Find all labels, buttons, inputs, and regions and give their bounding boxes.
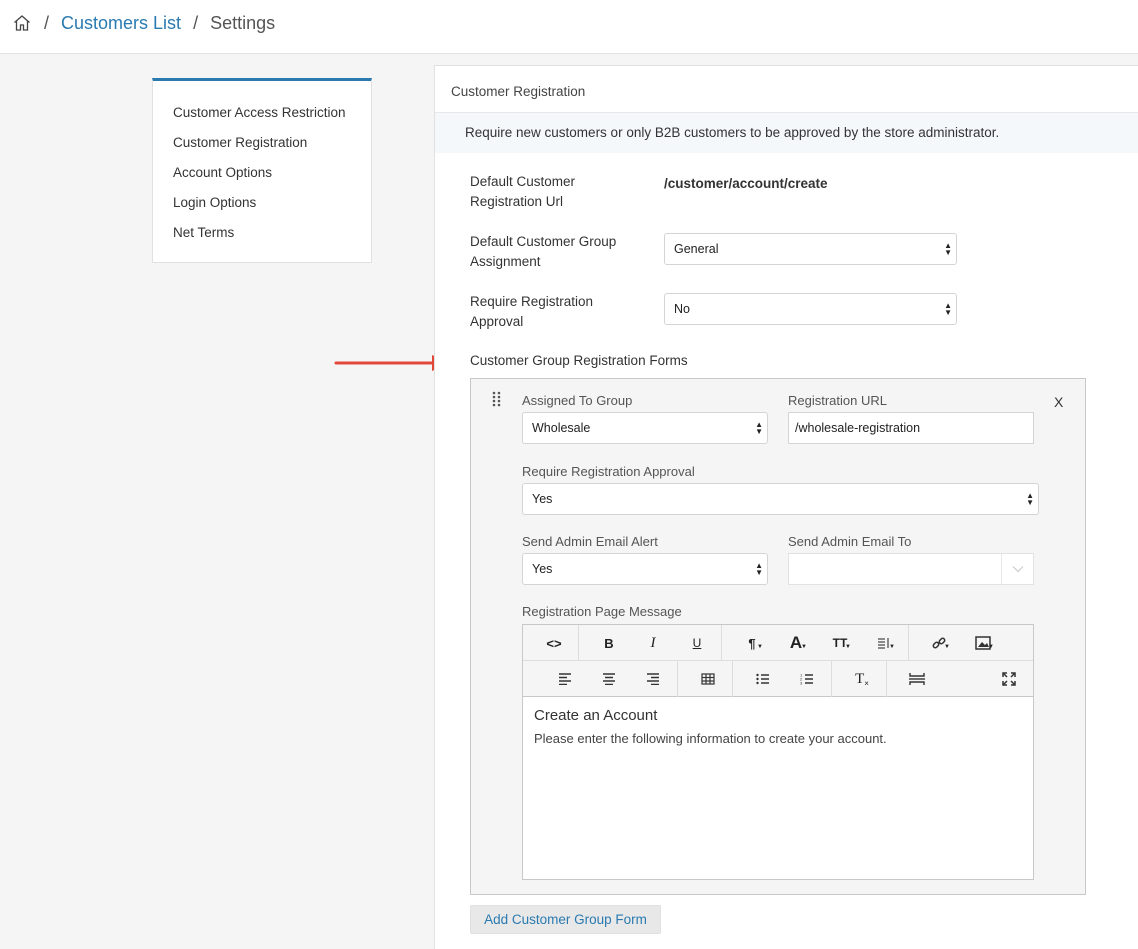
font-color-button[interactable]: A ▼ xyxy=(776,625,816,661)
default-group-label: Default Customer Group Assignment xyxy=(470,234,617,269)
font-color-icon: A xyxy=(789,633,803,652)
align-left-button[interactable] xyxy=(545,661,585,697)
default-registration-url-label: Default Customer Registration Url xyxy=(470,174,576,209)
default-group-value: General xyxy=(674,242,719,256)
info-notice-text: Require new customers or only B2B custom… xyxy=(465,125,1000,140)
insert-image-button[interactable]: ▼ xyxy=(963,625,1003,661)
toolbar-divider xyxy=(578,625,579,661)
paragraph-icon: ¶ xyxy=(748,635,756,651)
toolbar-divider xyxy=(721,625,722,661)
select-arrows-icon: ▲ ▼ xyxy=(944,241,952,257)
bold-icon: B xyxy=(604,635,614,651)
align-center-button[interactable] xyxy=(589,661,629,697)
sidebar-item-customer-access-restriction[interactable]: Customer Access Restriction xyxy=(153,103,371,133)
home-icon[interactable] xyxy=(12,13,32,33)
group-registration-form: X Assigned To Group Wholesale ▲ ▼ Registr… xyxy=(470,378,1086,895)
require-approval-select[interactable]: No ▲ ▼ xyxy=(664,293,957,325)
numbered-list-button[interactable]: 123 xyxy=(787,661,827,697)
remove-group-form-button[interactable]: X xyxy=(1054,394,1063,410)
default-group-select[interactable]: General ▲ ▼ xyxy=(664,233,957,265)
sidebar-item-customer-registration[interactable]: Customer Registration xyxy=(153,133,371,163)
require-approval-label: Require Registration Approval xyxy=(470,294,594,329)
italic-icon: I xyxy=(650,634,656,651)
italic-button[interactable]: I xyxy=(633,625,673,661)
numbered-list-icon: 123 xyxy=(800,673,813,686)
select-arrows-icon: ▲ ▼ xyxy=(755,420,763,436)
fullscreen-icon xyxy=(1002,672,1016,686)
registration-url-input[interactable]: /wholesale-registration xyxy=(788,412,1034,444)
send-to-label: Send Admin Email To xyxy=(788,534,912,549)
require-approval-value: No xyxy=(674,302,690,316)
group-forms-label: Customer Group Registration Forms xyxy=(470,353,688,368)
select-arrows-icon: ▲ ▼ xyxy=(944,301,952,317)
bold-button[interactable]: B xyxy=(589,625,629,661)
message-label: Registration Page Message xyxy=(522,604,682,619)
toolbar-divider xyxy=(886,661,887,697)
editor-paragraph: Please enter the following information t… xyxy=(534,731,887,746)
insert-table-button[interactable] xyxy=(688,661,728,697)
paragraph-format-button[interactable]: ¶ ▼ xyxy=(732,625,772,661)
registration-message-editor[interactable]: <> B I U ¶ ▼ A ▼ TT ▼ ▼ ▼ ▼ 1 2 3 T × Cr… xyxy=(522,624,1034,880)
top-bar: / Customers List / Settings xyxy=(0,0,1138,54)
svg-text:3: 3 xyxy=(800,681,803,686)
underline-button[interactable]: U xyxy=(677,625,717,661)
registration-url-label: Registration URL xyxy=(788,393,887,408)
registration-url-value: /wholesale-registration xyxy=(795,421,921,435)
sidebar-item-net-terms[interactable]: Net Terms xyxy=(153,223,371,253)
breadcrumb-separator: / xyxy=(44,12,50,33)
breadcrumb-customers-list[interactable]: Customers List xyxy=(61,13,181,34)
clear-formatting-icon: T xyxy=(855,670,865,687)
clear-formatting-button[interactable]: T × xyxy=(842,661,882,697)
toolbar-divider xyxy=(677,661,678,697)
add-customer-group-form-button[interactable]: Add Customer Group Form xyxy=(470,905,661,934)
code-view-button[interactable]: <> xyxy=(534,625,574,661)
toolbar-divider xyxy=(831,661,832,697)
align-right-button[interactable] xyxy=(633,661,673,697)
drag-handle-icon[interactable] xyxy=(491,391,503,407)
send-to-select[interactable] xyxy=(788,553,1034,585)
breadcrumb-settings: Settings xyxy=(210,12,276,33)
group-require-approval-value: Yes xyxy=(532,492,553,506)
editor-toolbar: <> B I U ¶ ▼ A ▼ TT ▼ ▼ ▼ ▼ 1 2 3 T × xyxy=(523,625,1033,697)
send-alert-label: Send Admin Email Alert xyxy=(522,534,658,549)
bullet-list-icon xyxy=(756,673,769,685)
assigned-group-select[interactable]: Wholesale ▲ ▼ xyxy=(522,412,768,444)
table-icon xyxy=(701,673,715,685)
editor-content[interactable]: Create an Account Please enter the follo… xyxy=(534,707,1024,746)
panel-title: Customer Registration xyxy=(451,84,586,99)
underline-icon: U xyxy=(692,636,702,650)
select-arrows-icon: ▲ ▼ xyxy=(755,561,763,577)
send-alert-select[interactable]: Yes ▲ ▼ xyxy=(522,553,768,585)
send-alert-value: Yes xyxy=(532,562,553,576)
info-notice: Require new customers or only B2B custom… xyxy=(435,113,1138,153)
sidebar-item-account-options[interactable]: Account Options xyxy=(153,163,371,193)
group-require-approval-label: Require Registration Approval xyxy=(522,464,695,479)
breadcrumb-separator: / xyxy=(193,12,199,33)
editor-heading: Create an Account xyxy=(534,707,658,724)
bullet-list-button[interactable] xyxy=(743,661,783,697)
assigned-group-label: Assigned To Group xyxy=(522,393,633,408)
line-height-button[interactable]: ▼ xyxy=(864,625,904,661)
select-arrows-icon: ▲ ▼ xyxy=(1026,491,1034,507)
chevron-down-icon[interactable] xyxy=(1001,554,1033,584)
toolbar-divider xyxy=(732,661,733,697)
assigned-group-value: Wholesale xyxy=(532,421,591,435)
font-size-button[interactable]: TT ▼ xyxy=(820,625,860,661)
align-left-icon xyxy=(559,673,571,685)
horizontal-line-icon xyxy=(909,673,925,685)
customer-registration-panel: Customer Registration Require new custom… xyxy=(434,65,1138,949)
code-view-icon: <> xyxy=(546,635,562,651)
default-registration-url-value: /customer/account/create xyxy=(664,176,828,191)
fullscreen-button[interactable] xyxy=(989,661,1029,697)
sidebar-item-login-options[interactable]: Login Options xyxy=(153,193,371,223)
settings-sidebar: Customer Access Restriction Customer Reg… xyxy=(152,78,372,263)
group-require-approval-select[interactable]: Yes ▲ ▼ xyxy=(522,483,1039,515)
align-center-icon xyxy=(603,673,615,685)
insert-link-button[interactable]: ▼ xyxy=(919,625,959,661)
horizontal-line-button[interactable] xyxy=(897,661,937,697)
toolbar-divider xyxy=(908,625,909,661)
breadcrumb: / Customers List / Settings xyxy=(12,12,275,34)
align-right-icon xyxy=(647,673,659,685)
editor-toolbar-row-1: <> B I U ¶ ▼ A ▼ TT ▼ ▼ ▼ ▼ xyxy=(523,625,1033,661)
